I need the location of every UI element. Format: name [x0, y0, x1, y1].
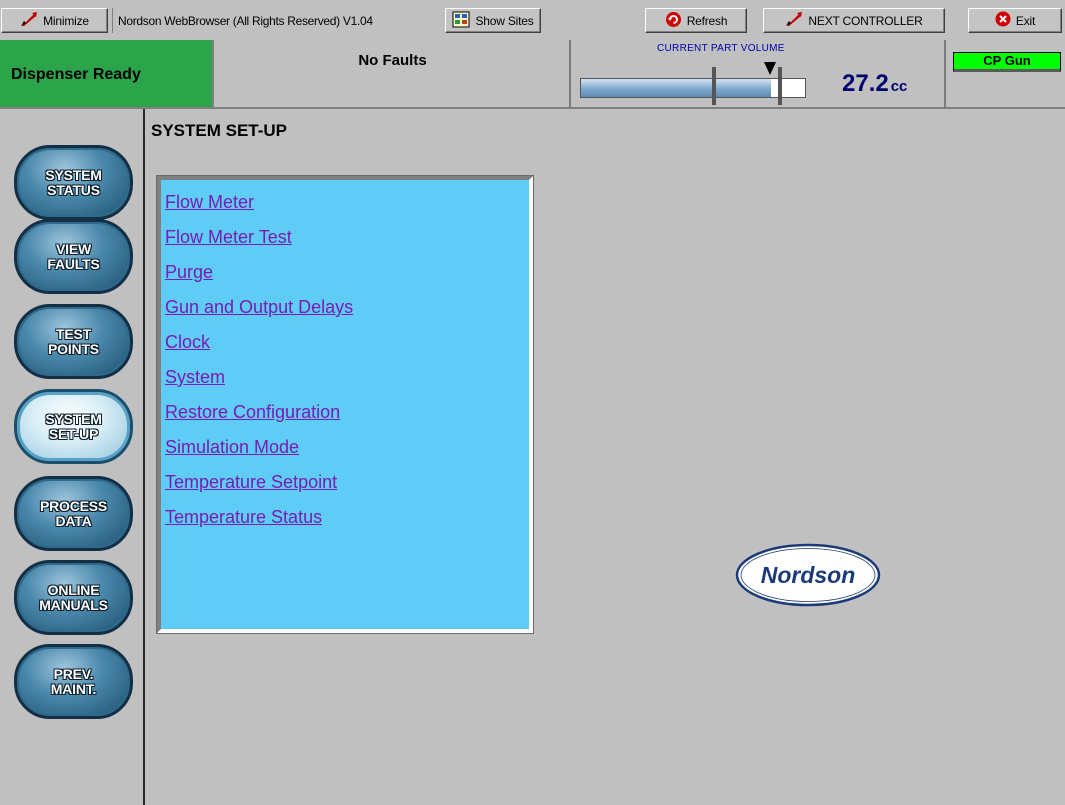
menu-link-clock[interactable]: Clock	[165, 326, 529, 361]
part-volume-panel: CURRENT PART VOLUME 27.2 cc	[572, 40, 946, 107]
part-volume-unit: cc	[890, 78, 908, 95]
nav-button-label-line1: VIEW	[56, 240, 91, 257]
menu-link-temperature-status[interactable]: Temperature Status	[165, 501, 529, 536]
nav-button-online-manuals[interactable]: ONLINE MANUALS	[14, 560, 133, 635]
nav-button-system-set-up[interactable]: SYSTEM SET-UP	[14, 389, 133, 464]
exit-icon	[995, 11, 1011, 30]
nav-button-system-status[interactable]: SYSTEM STATUS	[14, 145, 133, 220]
main-content: SYSTEM SET-UP Flow Meter Flow Meter Test P…	[145, 107, 1065, 805]
setup-menu-list: Flow Meter Flow Meter Test Purge Gun and Ou…	[161, 180, 529, 536]
nav-button-label-line1: TEST	[56, 325, 91, 342]
refresh-label: Refresh	[686, 13, 728, 28]
top-toolbar: Minimize Nordson WebBrowser (All Rights …	[0, 0, 1065, 40]
menu-link-temperature-setpoint[interactable]: Temperature Setpoint	[165, 466, 529, 501]
menu-link-gun-and-output-delays[interactable]: Gun and Output Delays	[165, 291, 529, 326]
nav-button-view-faults[interactable]: VIEW FAULTS	[14, 219, 133, 294]
nav-button-label-line1: ONLINE	[47, 581, 100, 598]
minimize-label: Minimize	[43, 13, 89, 28]
part-volume-readout: 27.2 cc	[842, 70, 907, 98]
minimize-button[interactable]: Minimize	[1, 8, 108, 33]
volume-limit-high-marker	[778, 67, 782, 105]
sites-icon	[452, 11, 470, 31]
part-volume-gauge	[580, 78, 806, 98]
logo-text: Nordson	[761, 562, 856, 588]
next-controller-icon	[785, 11, 803, 30]
side-navigation: SYSTEM STATUS VIEW FAULTS TEST POINTS SYSTEM SE…	[0, 107, 145, 805]
nav-button-test-points[interactable]: TEST POINTS	[14, 304, 133, 379]
nav-button-label-line2: POINTS	[48, 340, 99, 357]
show-sites-label: Show Sites	[475, 13, 534, 28]
menu-link-restore-configuration[interactable]: Restore Configuration	[165, 396, 529, 431]
nav-button-process-data[interactable]: PROCESS DATA	[14, 476, 133, 551]
page-title: SYSTEM SET-UP	[151, 121, 288, 140]
menu-link-simulation-mode[interactable]: Simulation Mode	[165, 431, 529, 466]
menu-link-purge[interactable]: Purge	[165, 256, 529, 291]
window-title: Nordson WebBrowser (All Rights Reserved)…	[112, 8, 442, 33]
menu-link-system[interactable]: System	[165, 361, 529, 396]
nav-button-label-line1: SYSTEM	[45, 410, 102, 427]
part-volume-fill	[581, 79, 772, 97]
refresh-button[interactable]: Refresh	[645, 8, 747, 33]
nav-button-label-line1: PREV.	[53, 665, 94, 682]
nav-button-label-line1: SYSTEM	[45, 166, 102, 183]
show-sites-button[interactable]: Show Sites	[445, 8, 541, 33]
exit-button[interactable]: Exit	[968, 8, 1062, 33]
pointer-icon	[764, 62, 777, 75]
nav-button-label-line2: FAULTS	[47, 255, 100, 272]
minimize-icon	[20, 11, 38, 30]
nav-button-label-line2: MAINT.	[50, 680, 97, 697]
nav-button-label-line2: STATUS	[47, 181, 100, 198]
nav-button-label-line2: MANUALS	[39, 596, 108, 613]
next-controller-label: NEXT CONTROLLER	[808, 13, 923, 28]
volume-limit-low-marker	[712, 67, 716, 105]
dispenser-status: Dispenser Ready	[0, 40, 214, 107]
menu-link-flow-meter-test[interactable]: Flow Meter Test	[165, 221, 529, 256]
nav-button-prev-maint[interactable]: PREV. MAINT.	[14, 644, 133, 719]
part-volume-value: 27.2	[842, 70, 889, 97]
refresh-icon	[665, 11, 682, 31]
gun-badge: CP Gun	[953, 52, 1061, 72]
nav-button-label-line2: DATA	[55, 512, 92, 529]
part-volume-label: CURRENT PART VOLUME	[657, 43, 785, 54]
setup-menu-panel: Flow Meter Flow Meter Test Purge Gun and Ou…	[156, 175, 534, 634]
nordson-logo: Nordson	[735, 543, 881, 607]
nav-button-label-line2: SET-UP	[48, 425, 99, 442]
fault-status: No Faults	[216, 40, 571, 107]
status-bar: Dispenser Ready No Faults CURRENT PART V…	[0, 40, 1065, 107]
next-controller-button[interactable]: NEXT CONTROLLER	[763, 8, 945, 33]
menu-link-flow-meter[interactable]: Flow Meter	[165, 186, 529, 221]
nav-button-label-line1: PROCESS	[39, 497, 108, 514]
exit-label: Exit	[1015, 13, 1036, 28]
